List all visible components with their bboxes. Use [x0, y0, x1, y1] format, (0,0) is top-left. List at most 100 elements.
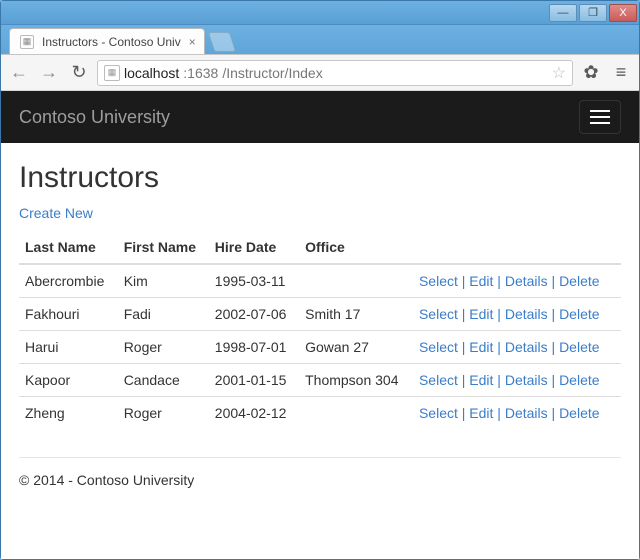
- new-tab-button[interactable]: [207, 32, 235, 52]
- details-link[interactable]: Details: [505, 372, 548, 388]
- col-hire-date: Hire Date: [209, 231, 299, 264]
- cell-hire-date: 1995-03-11: [209, 264, 299, 298]
- action-sep: |: [493, 273, 504, 289]
- cell-actions: Select | Edit | Details | Delete: [413, 397, 621, 430]
- os-titlebar: — ❐ X: [1, 1, 639, 25]
- delete-link[interactable]: Delete: [559, 405, 599, 421]
- delete-link[interactable]: Delete: [559, 339, 599, 355]
- page-icon: ▦: [104, 65, 120, 81]
- select-link[interactable]: Select: [419, 405, 458, 421]
- hamburger-bar-icon: [590, 116, 610, 118]
- col-actions: [413, 231, 621, 264]
- settings-button[interactable]: ✿: [579, 61, 603, 85]
- edit-link[interactable]: Edit: [469, 273, 493, 289]
- table-row: ZhengRoger2004-02-12 Select | Edit | Deta…: [19, 397, 621, 430]
- cell-last-name: Fakhouri: [19, 298, 118, 331]
- page-body: Instructors Create New Last Name First N…: [1, 143, 639, 457]
- page-footer: © 2014 - Contoso University: [1, 458, 639, 502]
- site-navbar: Contoso University: [1, 91, 639, 143]
- edit-link[interactable]: Edit: [469, 405, 493, 421]
- reload-icon: ↻: [71, 62, 86, 83]
- action-sep: |: [548, 339, 559, 355]
- action-sep: |: [493, 405, 504, 421]
- details-link[interactable]: Details: [505, 306, 548, 322]
- browser-toolbar: ← → ↻ ▦ localhost:1638/Instructor/Index …: [1, 55, 639, 91]
- tab-strip: ▦ Instructors - Contoso Univ ×: [1, 25, 639, 55]
- minimize-icon: —: [558, 7, 569, 19]
- delete-link[interactable]: Delete: [559, 306, 599, 322]
- delete-link[interactable]: Delete: [559, 372, 599, 388]
- instructors-table: Last Name First Name Hire Date Office Ab…: [19, 231, 621, 429]
- close-icon: X: [619, 7, 626, 19]
- col-last-name: Last Name: [19, 231, 118, 264]
- cell-actions: Select | Edit | Details | Delete: [413, 298, 621, 331]
- maximize-icon: ❐: [588, 6, 598, 19]
- cell-last-name: Kapoor: [19, 364, 118, 397]
- action-sep: |: [493, 339, 504, 355]
- cell-first-name: Kim: [118, 264, 209, 298]
- select-link[interactable]: Select: [419, 273, 458, 289]
- cell-actions: Select | Edit | Details | Delete: [413, 364, 621, 397]
- delete-link[interactable]: Delete: [559, 273, 599, 289]
- forward-icon: →: [40, 62, 58, 83]
- page-heading: Instructors: [19, 161, 621, 195]
- details-link[interactable]: Details: [505, 273, 548, 289]
- details-link[interactable]: Details: [505, 405, 548, 421]
- cell-office: Gowan 27: [299, 331, 413, 364]
- window-close-button[interactable]: X: [609, 4, 637, 22]
- action-sep: |: [493, 306, 504, 322]
- address-bar[interactable]: ▦ localhost:1638/Instructor/Index ☆: [97, 60, 573, 86]
- action-sep: |: [458, 273, 469, 289]
- action-sep: |: [458, 405, 469, 421]
- cell-office: Smith 17: [299, 298, 413, 331]
- cell-first-name: Roger: [118, 331, 209, 364]
- cell-office: Thompson 304: [299, 364, 413, 397]
- table-row: AbercrombieKim1995-03-11Select | Edit | …: [19, 264, 621, 298]
- table-header-row: Last Name First Name Hire Date Office: [19, 231, 621, 264]
- hamburger-bar-icon: [590, 110, 610, 112]
- browser-tab[interactable]: ▦ Instructors - Contoso Univ ×: [9, 28, 205, 54]
- create-new-link[interactable]: Create New: [19, 205, 93, 221]
- cell-first-name: Candace: [118, 364, 209, 397]
- cell-actions: Select | Edit | Details | Delete: [413, 331, 621, 364]
- window-minimize-button[interactable]: —: [549, 4, 577, 22]
- action-sep: |: [458, 339, 469, 355]
- cell-office: [299, 264, 413, 298]
- edit-link[interactable]: Edit: [469, 339, 493, 355]
- cell-hire-date: 2004-02-12: [209, 397, 299, 430]
- gear-icon: ✿: [583, 62, 598, 83]
- cell-hire-date: 1998-07-01: [209, 331, 299, 364]
- select-link[interactable]: Select: [419, 372, 458, 388]
- action-sep: |: [493, 372, 504, 388]
- url-host: localhost: [124, 65, 179, 81]
- edit-link[interactable]: Edit: [469, 372, 493, 388]
- reload-button[interactable]: ↻: [67, 61, 91, 85]
- action-sep: |: [548, 273, 559, 289]
- cell-actions: Select | Edit | Details | Delete: [413, 264, 621, 298]
- forward-button[interactable]: →: [37, 61, 61, 85]
- brand-title: Contoso University: [19, 107, 170, 128]
- select-link[interactable]: Select: [419, 306, 458, 322]
- menu-icon: ≡: [616, 62, 627, 83]
- edit-link[interactable]: Edit: [469, 306, 493, 322]
- col-office: Office: [299, 231, 413, 264]
- nav-toggle-button[interactable]: [579, 100, 621, 134]
- window-maximize-button[interactable]: ❐: [579, 4, 607, 22]
- url-path: /Instructor/Index: [222, 65, 322, 81]
- url-port: :1638: [183, 65, 218, 81]
- cell-first-name: Fadi: [118, 298, 209, 331]
- back-button[interactable]: ←: [7, 61, 31, 85]
- action-sep: |: [458, 372, 469, 388]
- cell-hire-date: 2002-07-06: [209, 298, 299, 331]
- tab-close-icon[interactable]: ×: [189, 35, 196, 49]
- details-link[interactable]: Details: [505, 339, 548, 355]
- action-sep: |: [548, 306, 559, 322]
- browser-window: — ❐ X ▦ Instructors - Contoso Univ × ← →…: [0, 0, 640, 560]
- action-sep: |: [548, 405, 559, 421]
- bookmark-star-icon[interactable]: ☆: [552, 63, 566, 83]
- cell-last-name: Zheng: [19, 397, 118, 430]
- cell-first-name: Roger: [118, 397, 209, 430]
- select-link[interactable]: Select: [419, 339, 458, 355]
- back-icon: ←: [10, 62, 28, 83]
- chrome-menu-button[interactable]: ≡: [609, 61, 633, 85]
